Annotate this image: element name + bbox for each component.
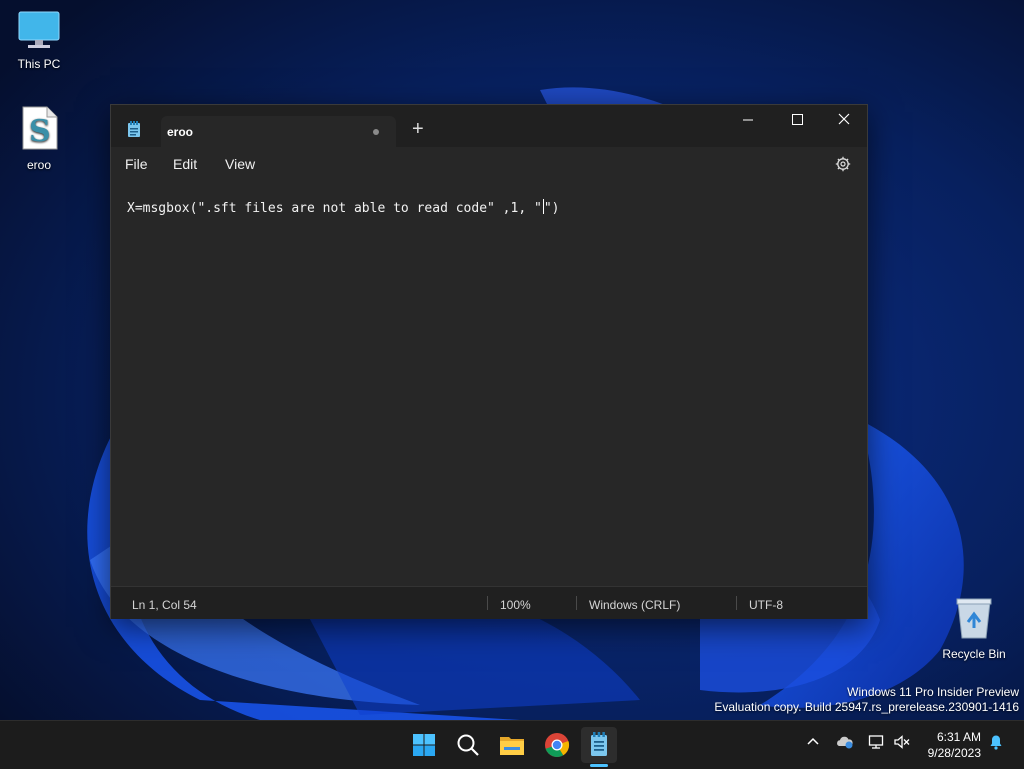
menu-file[interactable]: File bbox=[125, 156, 148, 172]
minimize-button[interactable] bbox=[725, 105, 771, 135]
menu-bar: File Edit View bbox=[111, 147, 867, 181]
taskbar: 6:31 AM 9/28/2023 bbox=[0, 720, 1024, 769]
svg-text:S: S bbox=[29, 114, 51, 149]
title-bar[interactable]: eroo + bbox=[111, 105, 867, 147]
notepad-icon bbox=[591, 732, 607, 756]
menu-edit[interactable]: Edit bbox=[173, 156, 197, 172]
notepad-icon bbox=[127, 121, 141, 143]
desktop-icon-recycle-bin[interactable]: Recycle Bin bbox=[938, 596, 1010, 661]
file-explorer-icon bbox=[500, 737, 524, 755]
notification-bell-icon[interactable] bbox=[988, 734, 1004, 755]
status-divider bbox=[576, 596, 577, 610]
minimize-icon bbox=[743, 119, 753, 121]
menu-view[interactable]: View bbox=[225, 156, 255, 172]
desktop-icon-label: eroo bbox=[26, 158, 52, 172]
volume-muted-icon[interactable] bbox=[893, 734, 911, 755]
editor-content: X=msgbox(".sft files are not able to rea… bbox=[127, 199, 559, 216]
file-explorer-button[interactable] bbox=[494, 727, 530, 763]
status-divider bbox=[487, 596, 488, 610]
network-icon[interactable] bbox=[868, 734, 886, 755]
desktop-icon-label: This PC bbox=[17, 57, 61, 71]
text-editor[interactable]: X=msgbox(".sft files are not able to rea… bbox=[111, 181, 867, 581]
close-icon bbox=[838, 113, 850, 125]
chrome-icon bbox=[545, 733, 570, 757]
show-hidden-icons-chevron-icon[interactable] bbox=[805, 734, 821, 755]
editor-text-before-caret: X=msgbox(".sft files are not able to rea… bbox=[127, 201, 542, 216]
maximize-icon bbox=[792, 114, 803, 125]
status-divider bbox=[736, 596, 737, 610]
desktop-icon-label: Recycle Bin bbox=[942, 647, 1006, 661]
settings-gear-icon[interactable] bbox=[835, 156, 851, 177]
maximize-button[interactable] bbox=[774, 105, 820, 135]
watermark-edition: Windows 11 Pro Insider Preview bbox=[847, 685, 1019, 699]
desktop-icon-eroo[interactable]: S eroo bbox=[3, 105, 75, 172]
active-app-indicator bbox=[590, 764, 608, 767]
tab-title: eroo bbox=[167, 125, 194, 139]
new-tab-button[interactable]: + bbox=[412, 119, 424, 139]
onedrive-cloud-icon[interactable] bbox=[836, 734, 854, 755]
monitor-icon bbox=[3, 10, 75, 53]
close-button[interactable] bbox=[821, 105, 867, 135]
windows-watermark: Windows 11 Pro Insider Preview Evaluatio… bbox=[714, 685, 1019, 715]
line-ending[interactable]: Windows (CRLF) bbox=[589, 598, 680, 612]
notepad-window: eroo + File Edit View X=msgbox(".sft fil… bbox=[110, 104, 868, 619]
tab-eroo[interactable]: eroo bbox=[161, 116, 396, 147]
watermark-build: Evaluation copy. Build 25947.rs_prerelea… bbox=[714, 700, 1019, 714]
editor-text-after-caret: ") bbox=[543, 201, 560, 216]
search-icon bbox=[457, 734, 479, 756]
search-button[interactable] bbox=[450, 727, 486, 763]
start-button[interactable] bbox=[406, 727, 442, 763]
recycle-bin-icon bbox=[938, 596, 1010, 643]
notepad-taskbar-button[interactable] bbox=[581, 727, 617, 763]
chrome-button[interactable] bbox=[539, 727, 575, 763]
status-bar: Ln 1, Col 54 100% Windows (CRLF) UTF-8 bbox=[111, 586, 867, 619]
clock[interactable]: 6:31 AM 9/28/2023 bbox=[928, 729, 981, 761]
clock-date: 9/28/2023 bbox=[927, 746, 981, 760]
cursor-position: Ln 1, Col 54 bbox=[132, 598, 197, 612]
encoding[interactable]: UTF-8 bbox=[749, 598, 783, 612]
start-icon bbox=[413, 734, 435, 756]
clock-time: 6:31 AM bbox=[936, 730, 981, 744]
script-file-icon: S bbox=[3, 105, 75, 154]
unsaved-dot-icon[interactable] bbox=[373, 129, 379, 135]
zoom-level: 100% bbox=[500, 598, 531, 612]
desktop-icon-this-pc[interactable]: This PC bbox=[3, 10, 75, 71]
